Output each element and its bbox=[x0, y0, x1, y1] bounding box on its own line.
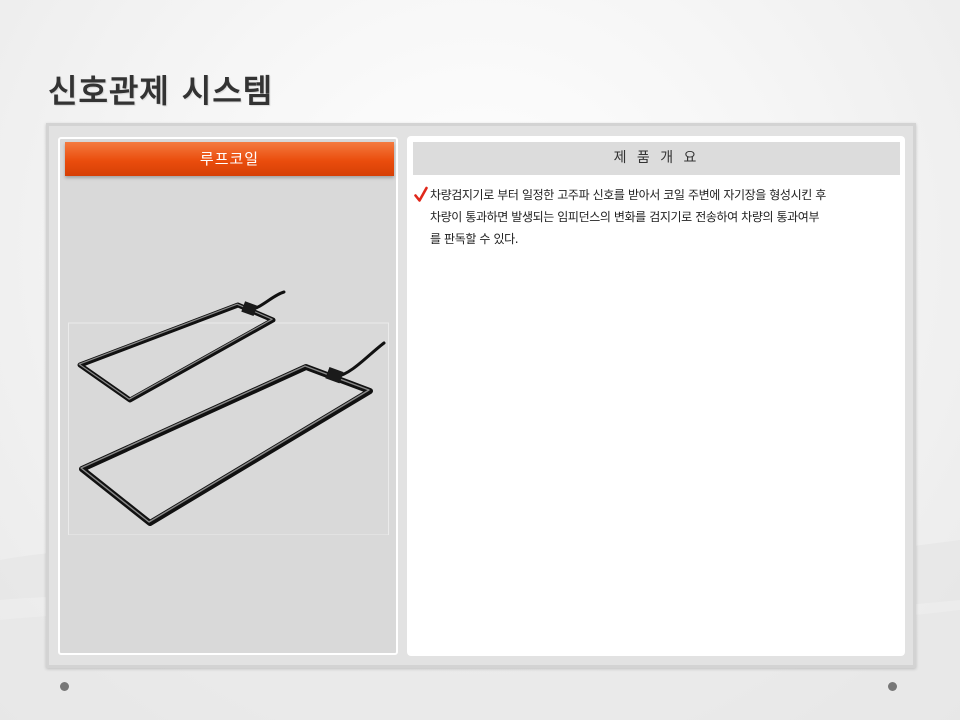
description-line: 차량이 통과하면 발생되는 임피던스의 변화를 검지기로 전송하여 차량의 통과… bbox=[430, 210, 820, 224]
loop-coil-illustration bbox=[68, 290, 389, 535]
check-mark-icon bbox=[414, 186, 428, 202]
product-description: 차량검지기로 부터 일정한 고주파 신호를 받아서 코일 주변에 자기장을 형성… bbox=[414, 184, 894, 250]
description-line: 를 판독할 수 있다. bbox=[430, 232, 519, 246]
right-panel-header: 제 품 개 요 bbox=[413, 142, 900, 175]
page-title: 신호관제 시스템 bbox=[48, 72, 274, 110]
description-line: 차량검지기로 부터 일정한 고주파 신호를 받아서 코일 주변에 자기장을 형성… bbox=[430, 188, 826, 202]
decorative-dot-right bbox=[888, 682, 897, 691]
description-text: 차량검지기로 부터 일정한 고주파 신호를 받아서 코일 주변에 자기장을 형성… bbox=[430, 184, 826, 250]
left-panel-header: 루프코일 bbox=[65, 142, 394, 176]
decorative-dot-left bbox=[60, 682, 69, 691]
